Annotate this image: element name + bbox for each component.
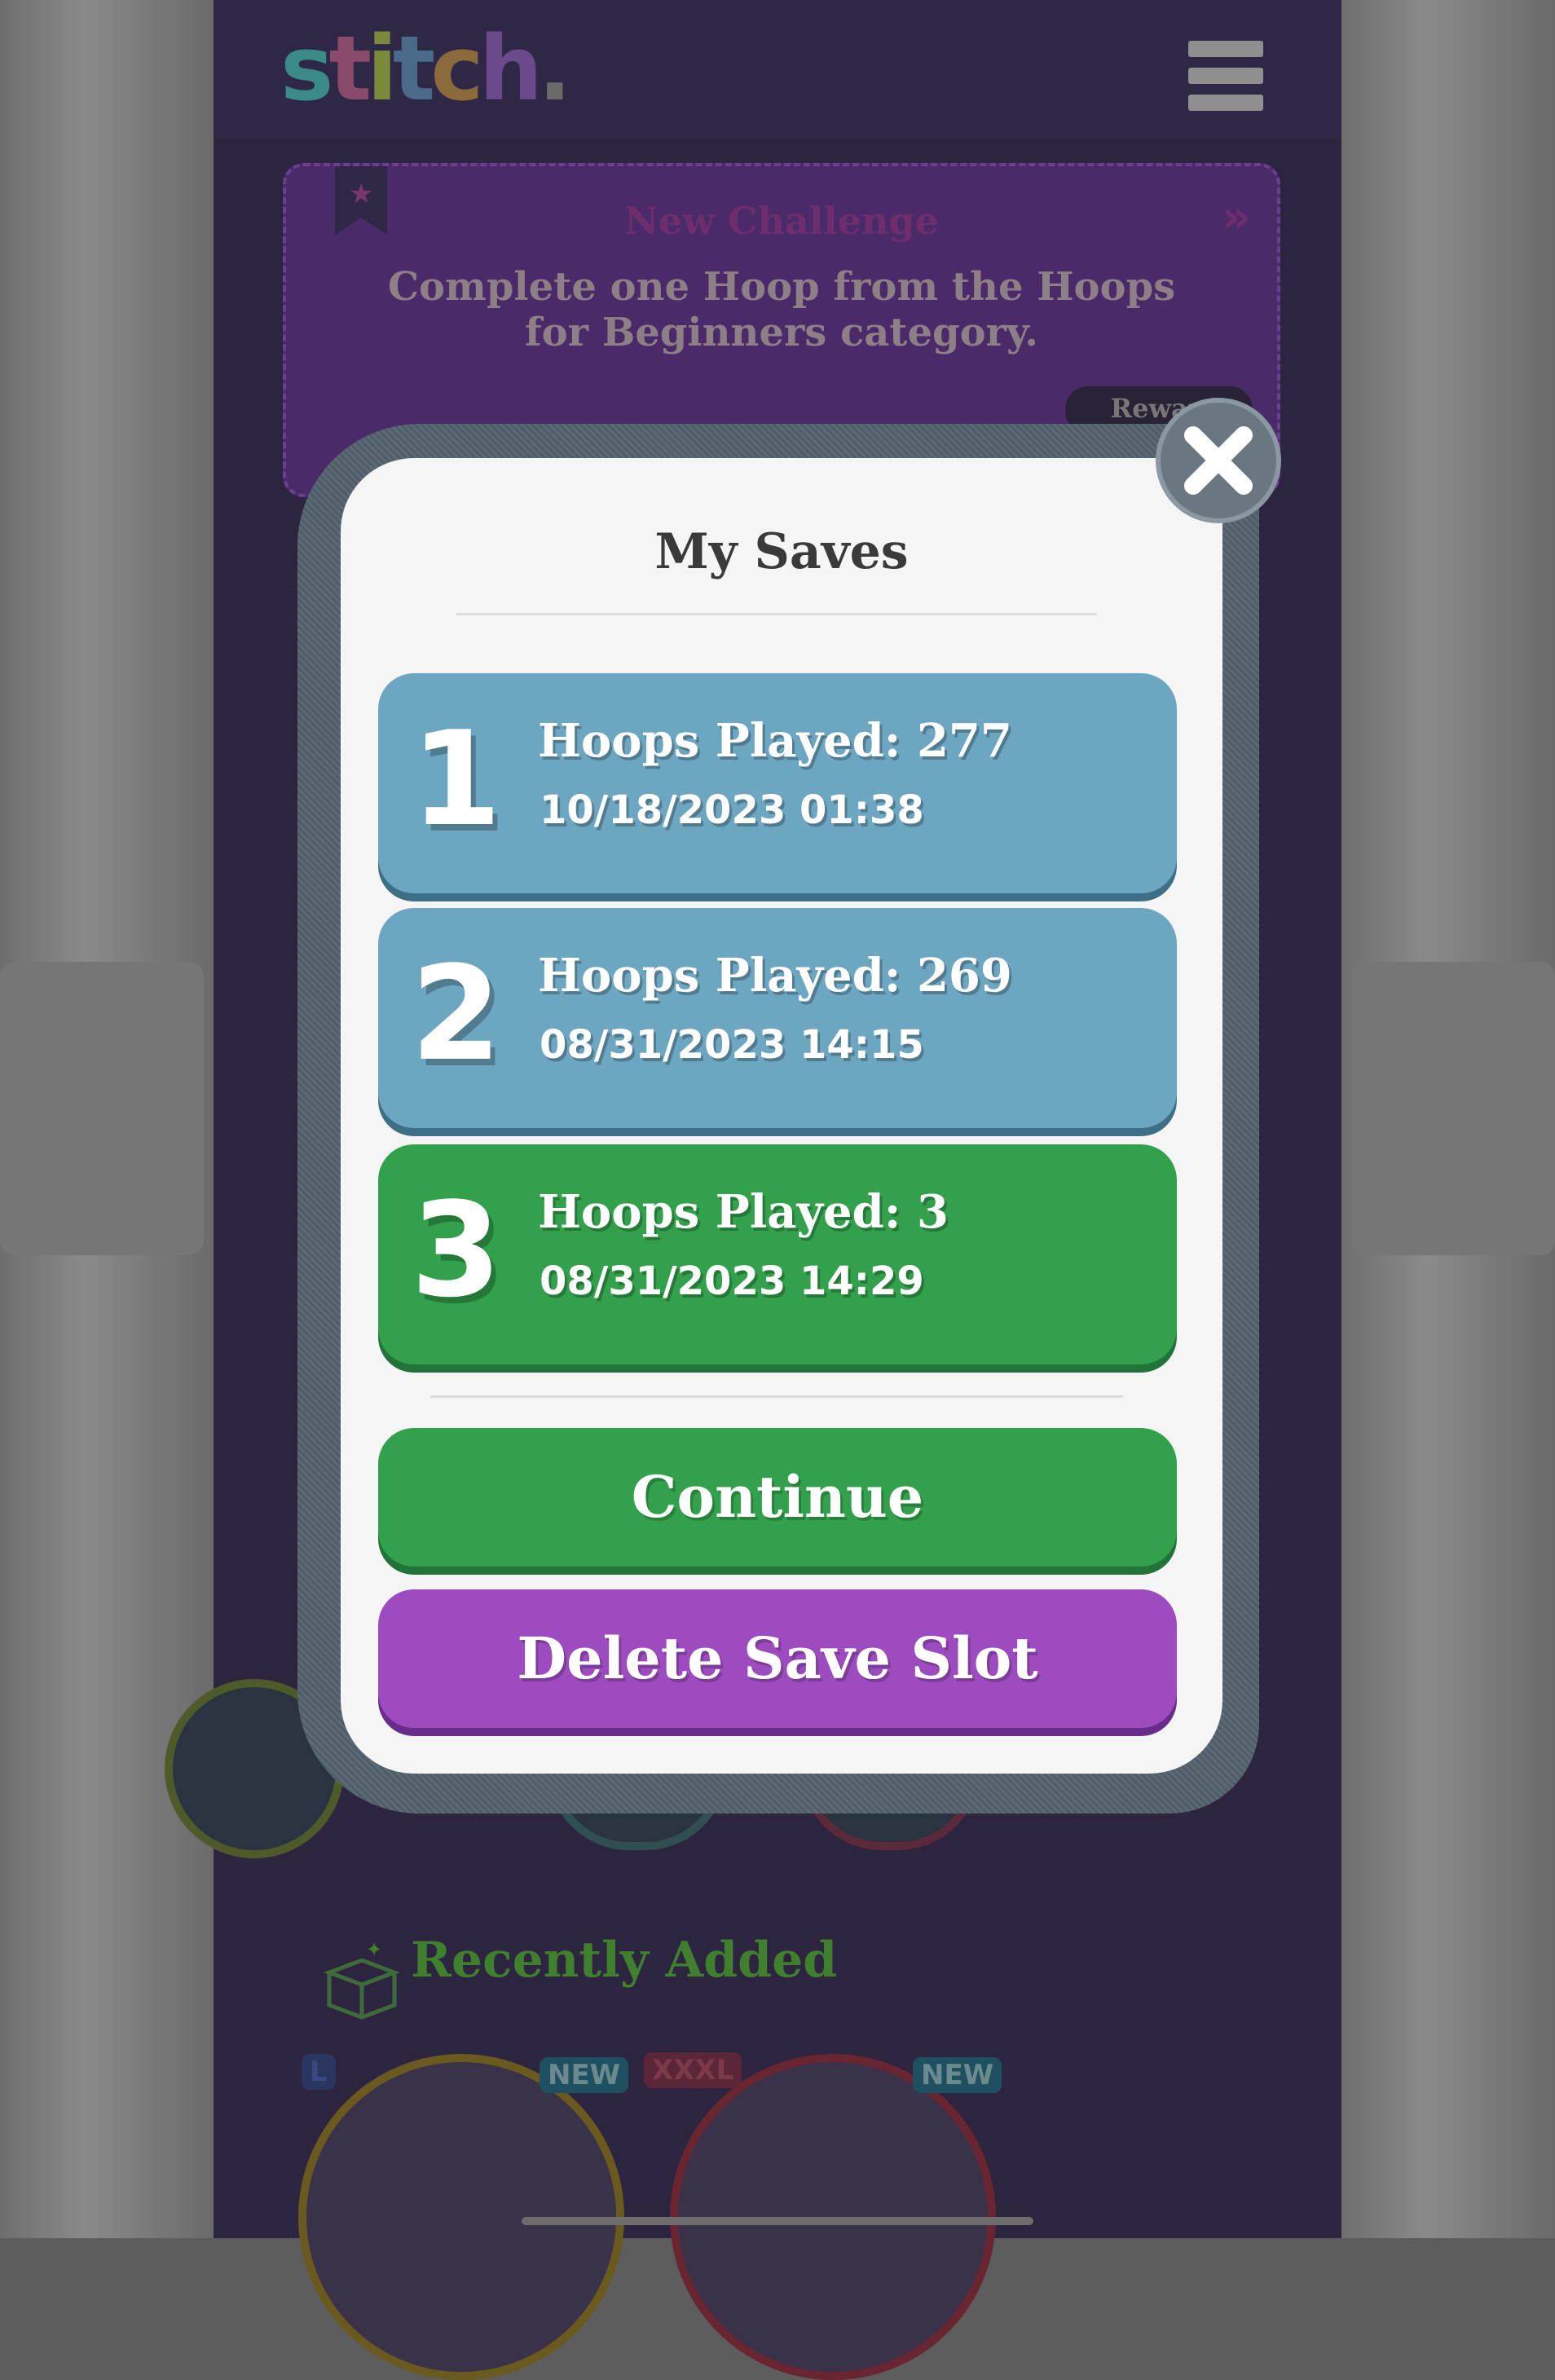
slot-number: 3	[411, 1174, 502, 1326]
challenge-title: New Challenge	[624, 199, 939, 243]
slot-date: 10/18/2023 01:38	[540, 787, 924, 833]
my-saves-modal: My Saves 1 Hoops Played: 277 10/18/2023 …	[341, 458, 1222, 1774]
svg-text:✦: ✦	[366, 1940, 382, 1961]
close-button[interactable]	[1156, 398, 1281, 523]
slot-date: 08/31/2023 14:29	[540, 1258, 924, 1304]
slot-date: 08/31/2023 14:15	[540, 1022, 924, 1068]
slot-number: 2	[411, 937, 502, 1090]
slot-hoops-played: Hoops Played: 3	[538, 1185, 949, 1239]
continue-button[interactable]: Continue	[378, 1428, 1177, 1567]
new-badge: NEW	[913, 2057, 1002, 2093]
divider	[430, 1395, 1123, 1398]
challenge-description: Complete one Hoop from the Hoops for Beg…	[387, 264, 1176, 355]
section-title: Recently Added	[411, 1932, 838, 1989]
save-slot-2[interactable]: 2 Hoops Played: 269 08/31/2023 14:15	[378, 908, 1177, 1128]
close-icon	[1184, 426, 1253, 495]
slot-number: 1	[411, 703, 502, 855]
modal-title: My Saves	[654, 523, 909, 580]
save-slot-3[interactable]: 3 Hoops Played: 3 08/31/2023 14:29	[378, 1144, 1177, 1364]
slot-hoops-played: Hoops Played: 277	[538, 714, 1012, 768]
hamburger-menu-icon[interactable]	[1188, 41, 1263, 111]
size-badge: XXXL	[644, 2052, 742, 2088]
background-handle-left	[0, 962, 204, 1255]
chevron-double-right-icon[interactable]: »	[1222, 191, 1251, 244]
divider	[456, 613, 1097, 615]
new-badge: NEW	[540, 2057, 629, 2093]
top-bar: stitch.	[214, 0, 1341, 139]
delete-save-slot-button[interactable]: Delete Save Slot	[378, 1589, 1177, 1728]
home-indicator[interactable]	[522, 2217, 1033, 2225]
slot-hoops-played: Hoops Played: 269	[538, 949, 1012, 1003]
size-badge: L	[302, 2054, 336, 2090]
box-icon: ✦	[323, 1940, 401, 2020]
stitch-logo: stitch.	[280, 16, 572, 121]
background-handle-right	[1351, 962, 1555, 1255]
save-slot-1[interactable]: 1 Hoops Played: 277 10/18/2023 01:38	[378, 673, 1177, 893]
